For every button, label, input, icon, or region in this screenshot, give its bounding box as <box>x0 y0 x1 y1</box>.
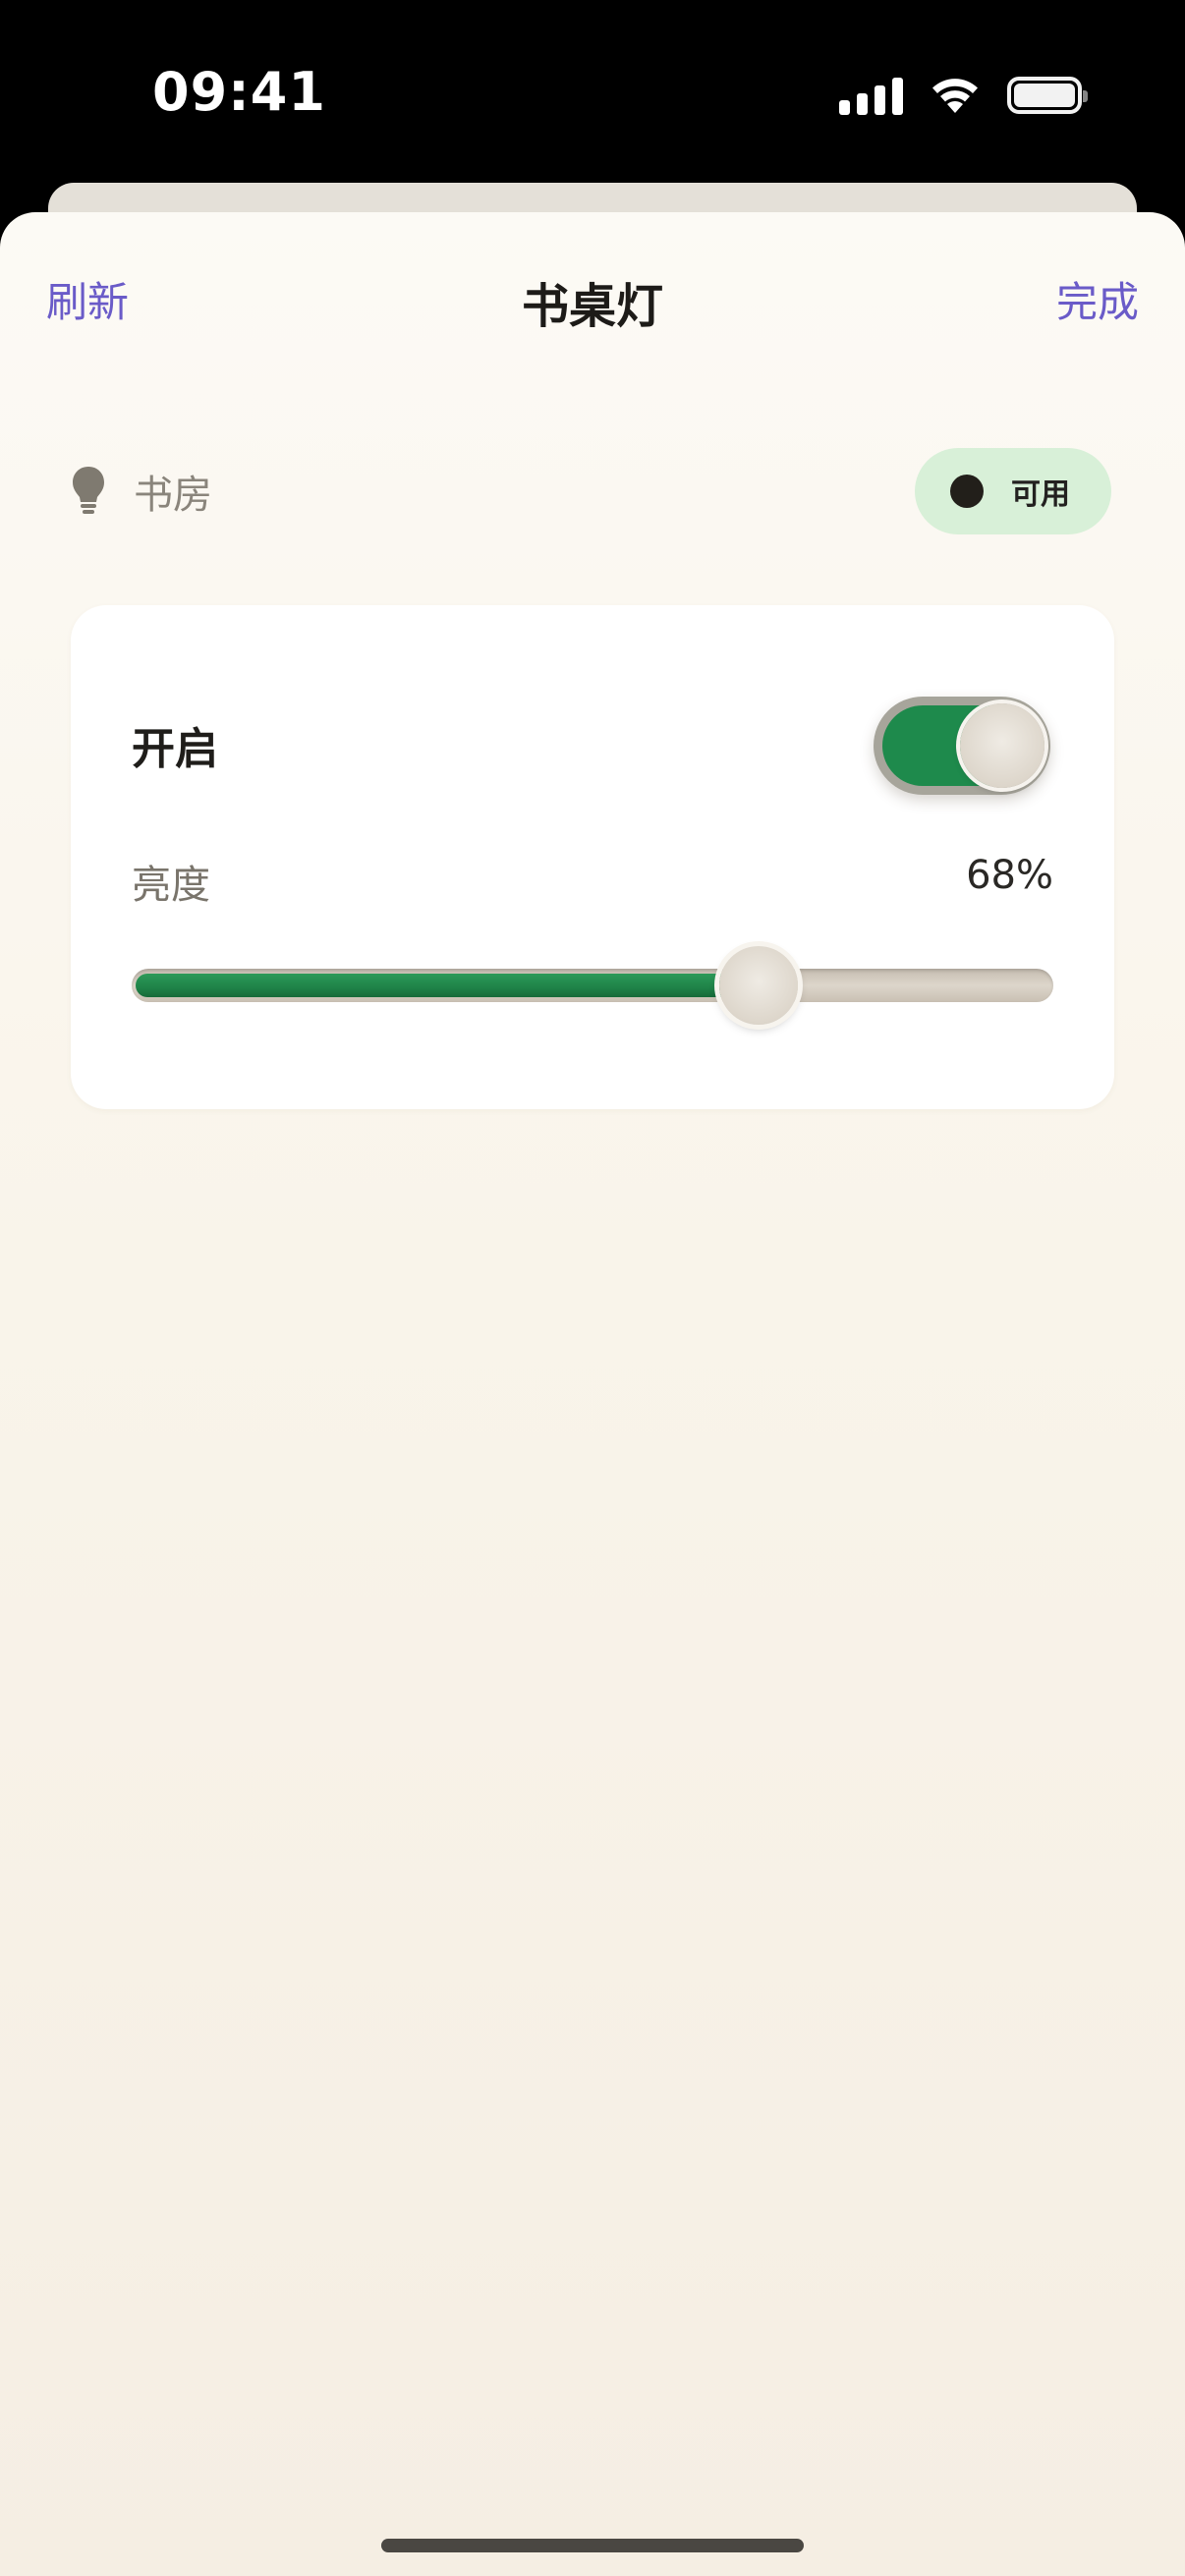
room-row: 书房 <box>71 463 212 520</box>
status-dot <box>950 475 984 508</box>
brightness-slider-fill <box>136 974 759 997</box>
battery-icon <box>1007 77 1088 114</box>
status-icons <box>839 71 1088 120</box>
room-label: 书房 <box>134 473 212 518</box>
page-title: 书桌灯 <box>521 279 663 334</box>
status-bar: 09:41 <box>0 0 1185 187</box>
cellular-signal-icon <box>839 76 903 115</box>
brightness-value: 68% <box>966 853 1053 898</box>
brightness-slider-thumb[interactable] <box>719 946 798 1025</box>
status-time: 09:41 <box>152 61 326 123</box>
device-detail-sheet: 刷新 书桌灯 完成 书房 可用 开启 亮度 68% <box>0 212 1185 2576</box>
control-card: 开启 亮度 68% <box>71 605 1114 1109</box>
brightness-slider[interactable] <box>132 946 1053 1025</box>
wifi-icon <box>932 79 978 113</box>
brightness-label: 亮度 <box>132 863 210 908</box>
availability-text: 可用 <box>1011 477 1070 512</box>
power-toggle-knob[interactable] <box>960 703 1044 788</box>
power-toggle[interactable] <box>874 697 1050 795</box>
done-button[interactable]: 完成 <box>1056 269 1139 329</box>
power-label: 开启 <box>132 724 218 774</box>
lightbulb-icon <box>73 467 104 514</box>
home-indicator[interactable] <box>381 2539 804 2552</box>
availability-badge: 可用 <box>915 448 1111 534</box>
